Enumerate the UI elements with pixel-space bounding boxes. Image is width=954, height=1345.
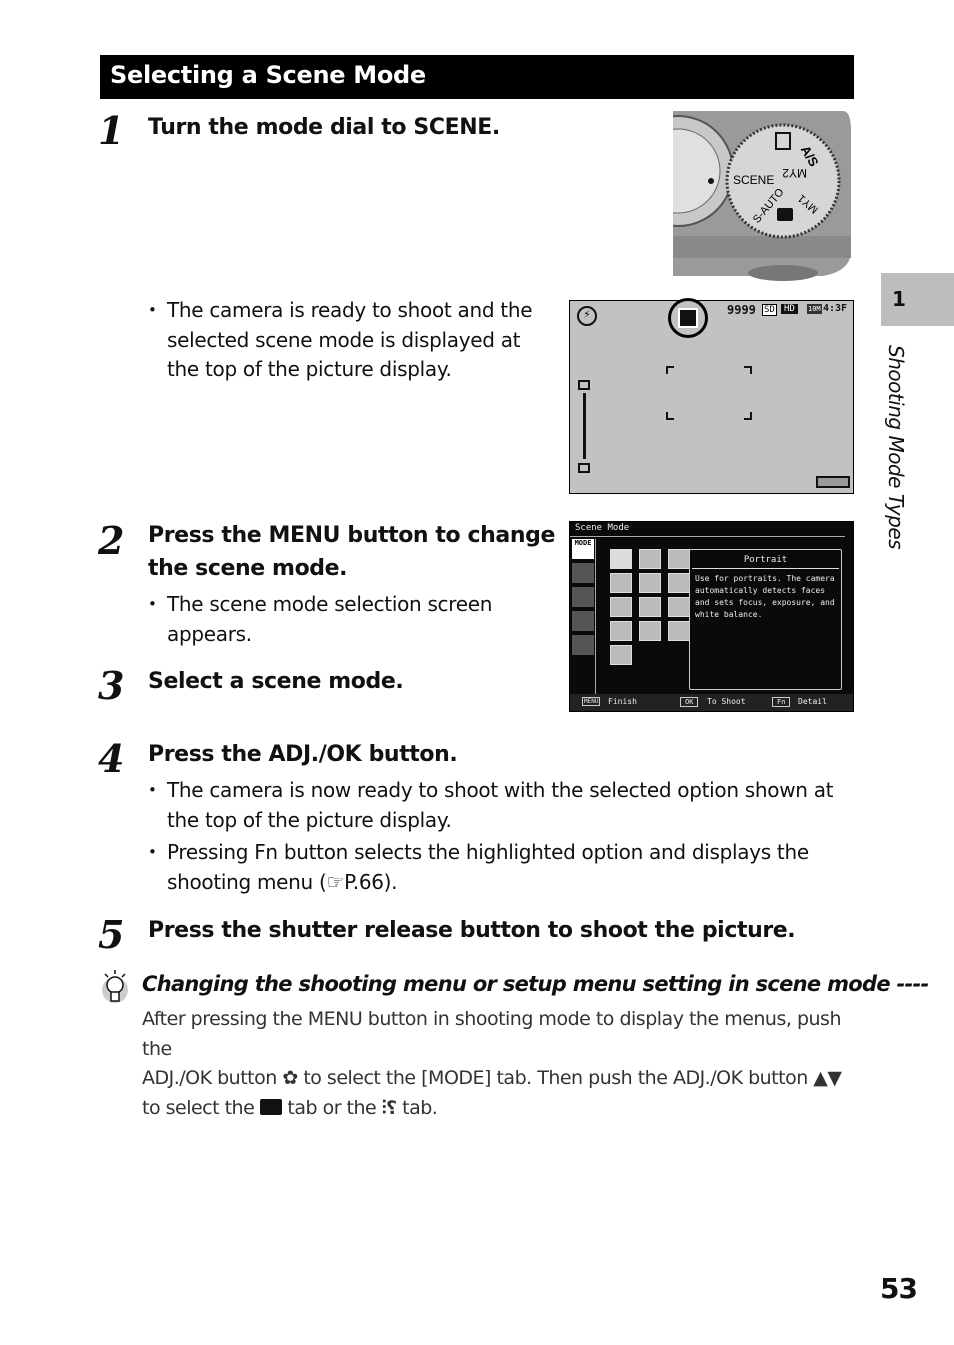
zoom-bar bbox=[583, 393, 586, 459]
shots-remaining: 9999 bbox=[727, 303, 756, 317]
tab-shooting[interactable] bbox=[572, 563, 594, 583]
scene-discreet-icon[interactable] bbox=[668, 549, 690, 569]
step-number: 5 bbox=[98, 912, 124, 957]
to-shoot-label: To Shoot bbox=[707, 697, 746, 706]
battery-icon bbox=[816, 476, 850, 488]
ok-key: OK bbox=[680, 697, 699, 707]
step-title: Press the ADJ./OK button. bbox=[148, 742, 458, 767]
step-title: Press the shutter release button to shoo… bbox=[148, 918, 796, 943]
flash-off-icon: ⚡ bbox=[577, 306, 597, 326]
macro-flower-icon: ✿ bbox=[282, 1067, 298, 1089]
chapter-title: Shooting Mode Types bbox=[884, 345, 908, 550]
scene-night-landscape-icon[interactable] bbox=[639, 573, 661, 593]
zoom-tele-icon bbox=[578, 380, 590, 390]
tip-line: to select the tab or the ⫶⸮ tab. bbox=[142, 1094, 862, 1124]
scene-pets-icon[interactable] bbox=[668, 597, 690, 617]
step-bullet: The camera is ready to shoot and the sel… bbox=[148, 296, 548, 385]
step-number: 3 bbox=[98, 663, 124, 708]
section-header: Selecting a Scene Mode bbox=[100, 55, 854, 99]
option-description: Use for portraits. The camera automatica… bbox=[695, 574, 835, 619]
tab-movie[interactable] bbox=[572, 587, 594, 607]
tip-text: tab. bbox=[402, 1096, 438, 1119]
scene-mode-menu-screen: Scene Mode MODE Portrait Use for portrai… bbox=[569, 521, 854, 712]
tip-text: ADJ./OK button bbox=[142, 1067, 277, 1089]
mode-dial-illustration: SCENE S-AUTO MY1 MY2 A/S bbox=[673, 111, 853, 284]
tip-title: Changing the shooting menu or setup menu… bbox=[142, 972, 929, 996]
step-title: Press the MENU button to change the scen… bbox=[148, 523, 556, 581]
tip-line: After pressing the MENU button in shooti… bbox=[142, 1008, 842, 1060]
step-number: 2 bbox=[98, 518, 124, 563]
step-number: 4 bbox=[98, 736, 124, 781]
page-number: 53 bbox=[880, 1272, 918, 1305]
step-number: 1 bbox=[98, 108, 124, 153]
tip-line: ADJ./OK button ✿ to select the [MODE] ta… bbox=[142, 1064, 862, 1094]
tab-mode[interactable]: MODE bbox=[572, 539, 594, 559]
step-title: Turn the mode dial to SCENE. bbox=[148, 115, 500, 140]
menu-footer: MENU Finish OK To Shoot Fn Detail bbox=[570, 694, 853, 711]
aspect-badge: 4:3F bbox=[823, 303, 848, 314]
camera-icon bbox=[777, 208, 793, 221]
media-badge: SD bbox=[762, 304, 777, 316]
camera-tab-icon bbox=[259, 1098, 282, 1115]
dial-label-my2: MY2 bbox=[782, 166, 807, 180]
detail-label: Detail bbox=[798, 697, 827, 706]
scene-night-portrait-icon[interactable] bbox=[610, 573, 632, 593]
chapter-title-wrap: Shooting Mode Types bbox=[880, 345, 910, 575]
up-down-arrows-icon: ▲▼ bbox=[813, 1067, 842, 1089]
lightbulb-icon bbox=[102, 970, 128, 1003]
scene-text-icon[interactable] bbox=[610, 645, 632, 665]
tip-text: tab or the bbox=[287, 1096, 377, 1119]
portrait-icon bbox=[678, 308, 698, 328]
scene-mode-highlight bbox=[668, 298, 708, 338]
tip-body: After pressing the MENU button in shooti… bbox=[142, 1005, 862, 1123]
dial-label-scene: SCENE bbox=[733, 173, 774, 187]
scene-skew-icon[interactable] bbox=[668, 621, 690, 641]
focus-frame bbox=[666, 366, 752, 420]
step-bullet: Pressing Fn button selects the highlight… bbox=[148, 838, 858, 897]
scene-golf-icon[interactable] bbox=[610, 621, 632, 641]
scene-high-sensitivity-icon[interactable] bbox=[668, 573, 690, 593]
scene-landscape-icon[interactable] bbox=[639, 549, 661, 569]
zoom-wide-icon bbox=[578, 463, 590, 473]
quality-badge: HD bbox=[781, 304, 798, 314]
step-bullet: The camera is now ready to shoot with th… bbox=[148, 776, 858, 835]
scene-cooking-icon[interactable] bbox=[610, 597, 632, 617]
setup-tab-icon: ⫶⸮ bbox=[381, 1096, 397, 1119]
option-title: Portrait bbox=[692, 555, 839, 569]
menu-key: MENU bbox=[582, 697, 601, 706]
finish-label: Finish bbox=[608, 697, 637, 706]
scene-dynamic-range-icon[interactable] bbox=[639, 621, 661, 641]
scene-sports-icon[interactable] bbox=[639, 597, 661, 617]
tip-text: to select the bbox=[142, 1096, 255, 1119]
menu-title: Scene Mode bbox=[575, 523, 630, 533]
size-badge: 10M bbox=[807, 304, 822, 314]
shooting-screen: ⚡ 9999 SD HD 10M 4:3F bbox=[569, 298, 854, 494]
tab-setup[interactable] bbox=[572, 635, 594, 655]
fn-key: Fn bbox=[772, 697, 791, 707]
scene-portrait-icon[interactable] bbox=[610, 549, 632, 569]
description-panel: Portrait Use for portraits. The camera a… bbox=[689, 549, 842, 690]
step-bullet: The scene mode selection screen appears. bbox=[148, 590, 528, 649]
chapter-tab: 1 bbox=[881, 273, 954, 326]
tab-playback[interactable] bbox=[572, 611, 594, 631]
step-title: Select a scene mode. bbox=[148, 669, 404, 694]
tip-text: to select the [MODE] tab. Then push the … bbox=[303, 1067, 808, 1089]
